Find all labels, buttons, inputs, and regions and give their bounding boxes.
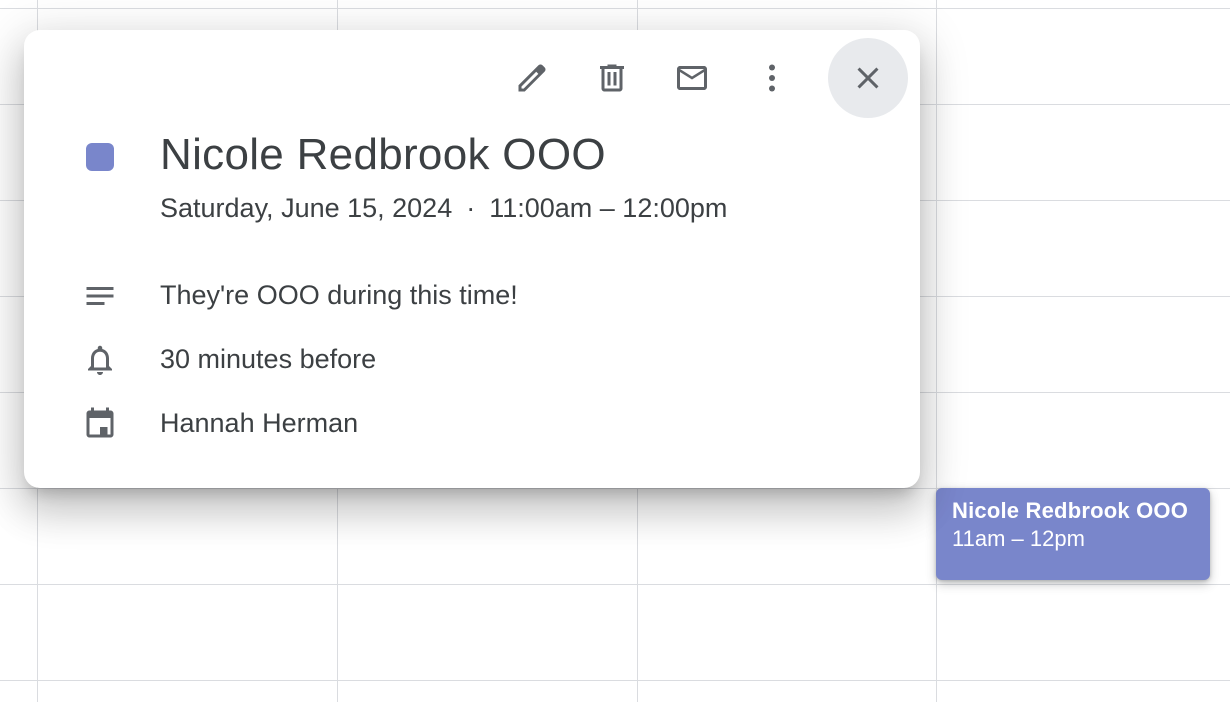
grid-hour-line — [0, 680, 1230, 681]
grid-column-divider — [936, 0, 937, 702]
event-description: They're OOO during this time! — [160, 280, 518, 310]
bell-icon — [80, 340, 120, 380]
event-datetime: Saturday, June 15, 2024 · 11:00am – 12:00p… — [160, 193, 727, 224]
event-chip-title: Nicole Redbrook OOO — [952, 498, 1189, 523]
event-reminder: 30 minutes before — [160, 344, 377, 374]
email-guests-button[interactable] — [652, 38, 732, 118]
options-button[interactable] — [732, 38, 812, 118]
event-time: 11:00am – 12:00pm — [489, 193, 728, 223]
event-title: Nicole Redbrook OOO — [160, 130, 606, 179]
close-button[interactable] — [828, 38, 908, 118]
grid-hour-line — [0, 584, 1230, 585]
grid-hour-line — [0, 8, 1230, 9]
description-icon — [80, 276, 120, 316]
delete-event-button[interactable] — [572, 38, 652, 118]
event-color-swatch — [86, 143, 114, 171]
event-calendar-owner: Hannah Herman — [160, 408, 359, 438]
calendar-icon — [80, 404, 120, 444]
event-date: Saturday, June 15, 2024 — [160, 193, 453, 223]
trash-icon — [600, 64, 624, 92]
pencil-icon — [518, 64, 546, 92]
more-vert-icon — [769, 64, 775, 92]
event-details-popup: Nicole Redbrook OOO Saturday, June 15, 2… — [24, 30, 920, 488]
close-icon — [857, 67, 879, 89]
event-calendar-row: Hannah Herman — [24, 402, 920, 442]
event-chip-time: 11am – 12pm — [952, 526, 1085, 551]
edit-event-button[interactable] — [492, 38, 572, 118]
event-description-row: They're OOO during this time! — [24, 274, 920, 314]
event-reminder-row: 30 minutes before — [24, 338, 920, 378]
event-chip[interactable]: Nicole Redbrook OOO 11am – 12pm — [936, 488, 1210, 580]
datetime-separator: · — [466, 193, 476, 223]
mail-icon — [677, 66, 707, 90]
